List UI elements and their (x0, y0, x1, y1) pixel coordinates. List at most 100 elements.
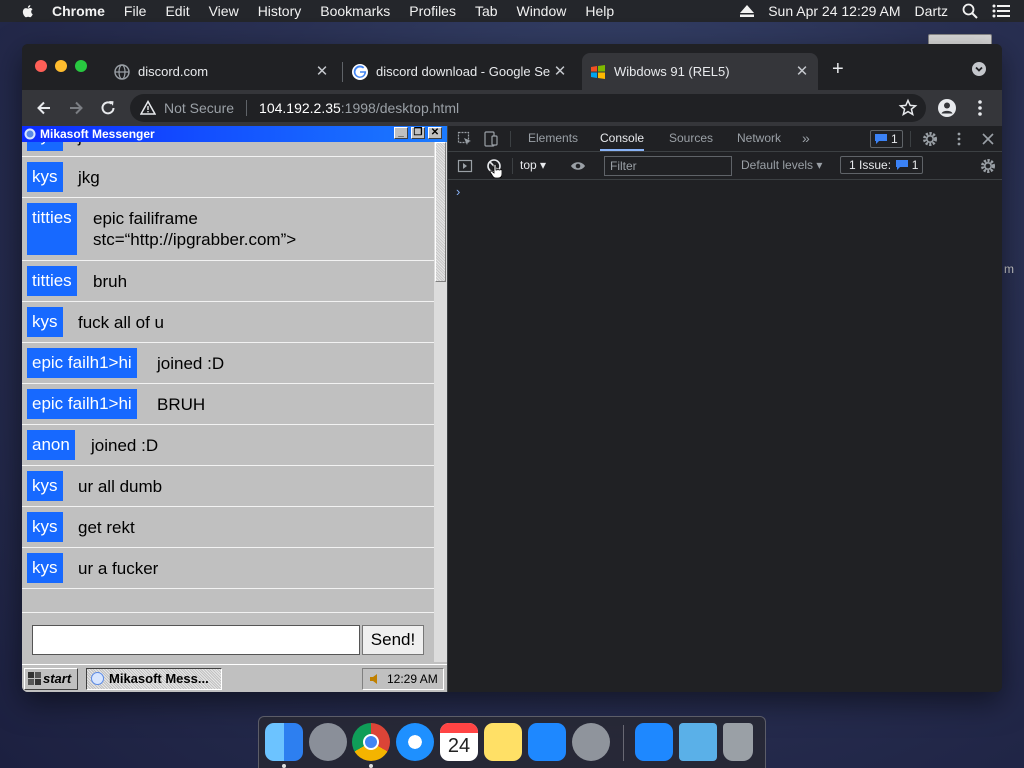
message-text: joined :D (157, 354, 225, 373)
close-devtools-icon[interactable] (980, 131, 996, 147)
app-store-folder-icon[interactable] (635, 723, 673, 761)
bookmark-star-icon[interactable] (898, 98, 918, 118)
context-selector[interactable]: top ▾ (520, 152, 546, 179)
menu-edit[interactable]: Edit (165, 3, 189, 19)
close-button[interactable]: ✕ (428, 127, 442, 139)
profile-avatar-icon[interactable] (937, 98, 957, 118)
sidebar-toggle-icon[interactable] (457, 158, 473, 174)
message-compose-row: Send! (22, 612, 434, 663)
menu-profiles[interactable]: Profiles (409, 3, 456, 19)
reload-icon[interactable] (98, 98, 118, 118)
zoom-window-button[interactable] (75, 60, 87, 72)
device-toolbar-icon[interactable] (483, 131, 499, 147)
trash-icon[interactable] (723, 723, 753, 761)
chrome-menu-icon[interactable] (970, 98, 990, 118)
apple-icon[interactable] (20, 3, 36, 19)
devtools-tab-console[interactable]: Console (600, 126, 645, 151)
menubar-user[interactable]: Dartz (915, 3, 948, 19)
chat-message: epic failh1>hi joined :D (22, 343, 434, 384)
chat-message: titties bruh (22, 261, 434, 302)
speaker-icon[interactable] (369, 673, 381, 685)
eject-icon[interactable] (740, 5, 755, 17)
app-store-icon[interactable] (528, 723, 566, 761)
message-nick: epic failh1>hi (27, 348, 137, 378)
log-levels-dropdown[interactable]: Default levels ▾ (741, 152, 822, 179)
console-prompt[interactable]: › (456, 184, 460, 199)
menu-bookmarks[interactable]: Bookmarks (320, 3, 390, 19)
windows-icon (591, 64, 605, 79)
tab-close-icon[interactable]: ✕ (314, 63, 330, 80)
messages-badge[interactable]: 1 (870, 130, 903, 148)
restore-button[interactable]: ❐ (411, 127, 425, 139)
console-toolbar: top ▾ Filter Default levels ▾ 1 Issue: 1 (448, 152, 1002, 180)
taskbar-item-messenger[interactable]: Mikasoft Mess... (86, 668, 222, 690)
messenger-titlebar[interactable]: Mikasoft Messenger _ ❐ ✕ (22, 126, 447, 142)
message-input[interactable] (32, 625, 360, 655)
chrome-icon[interactable] (352, 723, 390, 761)
safari-icon[interactable] (396, 723, 434, 761)
toolbar-divider (510, 131, 511, 147)
tab-strip: discord.com ✕ discord download - Google … (22, 44, 1002, 90)
control-center-icon[interactable] (992, 4, 1010, 18)
tab-close-icon[interactable]: ✕ (552, 63, 568, 80)
tab-google-search[interactable]: discord download - Google Se ✕ (344, 53, 576, 90)
close-window-button[interactable] (35, 60, 47, 72)
menu-tab[interactable]: Tab (475, 3, 498, 19)
security-label[interactable]: Not Secure (164, 100, 234, 116)
tab-search-icon[interactable] (972, 62, 986, 76)
messenger-app-icon (24, 128, 36, 140)
minimize-window-button[interactable] (55, 60, 67, 72)
live-expression-eye-icon[interactable] (570, 158, 586, 174)
toolbar-divider (512, 158, 513, 174)
calendar-icon[interactable]: 24 (440, 723, 478, 761)
menu-view[interactable]: View (209, 3, 239, 19)
filter-placeholder: Filter (610, 159, 637, 173)
inspect-element-icon[interactable] (457, 131, 473, 147)
message-nick: kys (27, 142, 63, 151)
chat-message: kys get rekt (22, 507, 434, 548)
more-tabs-chevron-icon[interactable]: » (802, 126, 810, 151)
tab-discord[interactable]: discord.com ✕ (106, 53, 338, 90)
console-settings-gear-icon[interactable] (980, 158, 996, 174)
back-arrow-icon[interactable] (34, 98, 54, 118)
devtools-tab-sources[interactable]: Sources (669, 126, 713, 151)
chat-scrollbar-thumb[interactable] (435, 142, 446, 282)
tab-close-icon[interactable]: ✕ (794, 63, 810, 80)
forward-arrow-icon[interactable] (66, 98, 86, 118)
devtools-menu-icon[interactable] (951, 131, 967, 147)
launchpad-icon[interactable] (309, 723, 347, 761)
menu-help[interactable]: Help (585, 3, 614, 19)
menubar-clock[interactable]: Sun Apr 24 12:29 AM (768, 3, 900, 19)
spotlight-search-icon[interactable] (962, 3, 978, 19)
address-bar[interactable]: Not Secure 104.192.2.35:1998/desktop.htm… (130, 94, 926, 122)
running-indicator (369, 764, 373, 768)
send-button[interactable]: Send! (362, 625, 424, 655)
chat-message: kys fuck all of u (22, 302, 434, 343)
tab-title: discord.com (138, 64, 209, 79)
finder-icon[interactable] (265, 723, 303, 761)
message-nick: anon (27, 430, 75, 460)
tab-wibdows-91[interactable]: Wibdows 91 (REL5) ✕ (582, 53, 818, 90)
menu-chrome[interactable]: Chrome (52, 3, 105, 19)
browser-toolbar: Not Secure 104.192.2.35:1998/desktop.htm… (22, 90, 1002, 126)
menu-window[interactable]: Window (517, 3, 567, 19)
new-tab-button[interactable]: + (832, 59, 844, 79)
chat-log[interactable]: kys jnk kys jkg titties epic failiframe … (22, 142, 434, 612)
devtools-tab-elements[interactable]: Elements (528, 126, 578, 151)
message-nick: epic failh1>hi (27, 389, 137, 419)
messages-count: 1 (891, 132, 898, 146)
minimize-button[interactable]: _ (394, 127, 408, 139)
start-button[interactable]: start (24, 668, 78, 690)
devtools-tab-network[interactable]: Network (737, 126, 781, 151)
downloads-folder-icon[interactable] (679, 723, 717, 761)
windows-logo-icon (28, 672, 41, 685)
console-filter-input[interactable]: Filter (604, 156, 732, 176)
issues-button[interactable]: 1 Issue: 1 (840, 156, 924, 174)
warning-icon[interactable] (140, 100, 156, 116)
notes-icon[interactable] (484, 723, 522, 761)
settings-gear-icon[interactable] (922, 131, 938, 147)
system-preferences-icon[interactable] (572, 723, 610, 761)
menu-file[interactable]: File (124, 3, 147, 19)
start-label: start (43, 671, 72, 686)
menu-history[interactable]: History (258, 3, 302, 19)
